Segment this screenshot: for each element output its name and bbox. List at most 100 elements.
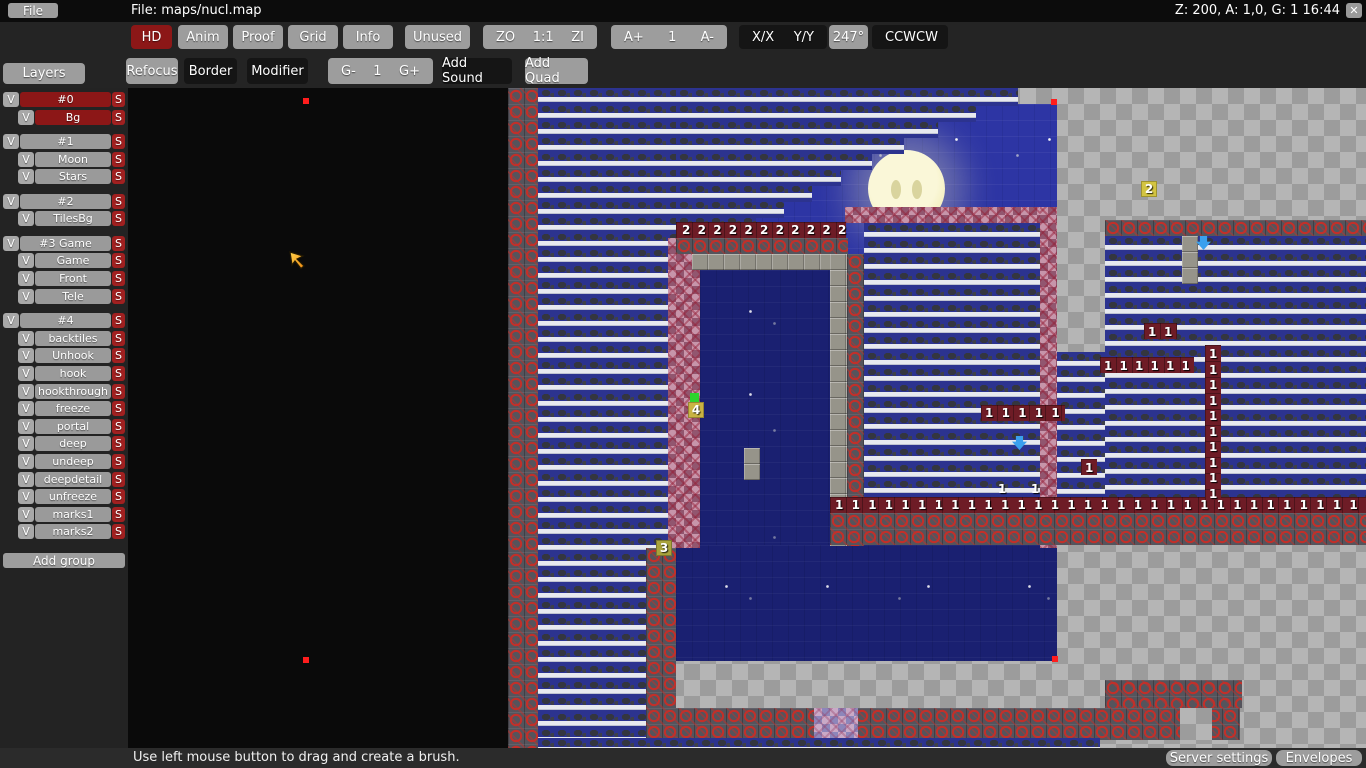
hd-toggle-button[interactable]: HD (131, 25, 172, 49)
visibility-toggle[interactable]: V (18, 454, 34, 469)
modifier-button[interactable]: Modifier (247, 58, 308, 84)
visibility-toggle[interactable]: V (3, 92, 19, 107)
anim-speed-minus-button[interactable]: A- (701, 30, 714, 45)
layer-label-portal[interactable]: portal (35, 419, 111, 434)
flip-y-button[interactable]: Y/Y (794, 30, 814, 45)
layer-label-unhook[interactable]: Unhook (35, 348, 111, 363)
layer-label-marks2[interactable]: marks2 (35, 524, 111, 539)
border-button[interactable]: Border (184, 58, 237, 84)
layer-label-unfreeze[interactable]: unfreeze (35, 489, 111, 504)
visibility-toggle[interactable]: V (18, 366, 34, 381)
settings-toggle[interactable]: S (112, 92, 125, 107)
layer-label-marks1[interactable]: marks1 (35, 507, 111, 522)
visibility-toggle[interactable]: V (3, 236, 19, 251)
settings-toggle[interactable]: S (112, 489, 125, 504)
settings-toggle[interactable]: S (112, 211, 125, 226)
info-toggle-button[interactable]: Info (343, 25, 393, 49)
layer-label-freeze[interactable]: freeze (35, 401, 111, 416)
server-settings-button[interactable]: Server settings (1166, 750, 1272, 766)
visibility-toggle[interactable]: V (18, 331, 34, 346)
layer-label-hookthrough[interactable]: hookthrough (35, 384, 111, 399)
settings-toggle[interactable]: S (112, 110, 125, 125)
quad-point-pin[interactable] (1051, 99, 1057, 105)
settings-toggle[interactable]: S (112, 436, 125, 451)
settings-toggle[interactable]: S (112, 331, 125, 346)
settings-toggle[interactable]: S (112, 236, 125, 251)
visibility-toggle[interactable]: V (18, 472, 34, 487)
visibility-toggle[interactable]: V (18, 436, 34, 451)
layer-label-undeep[interactable]: undeep (35, 454, 111, 469)
visibility-toggle[interactable]: V (18, 489, 34, 504)
visibility-toggle[interactable]: V (18, 253, 34, 268)
unused-toggle-button[interactable]: Unused (405, 25, 470, 49)
settings-toggle[interactable]: S (112, 194, 125, 209)
group-label-#0[interactable]: #0 (20, 92, 111, 107)
rotate-cw-button[interactable]: CW (916, 30, 938, 45)
visibility-toggle[interactable]: V (18, 507, 34, 522)
envelopes-button[interactable]: Envelopes (1276, 750, 1362, 766)
group-label-#2[interactable]: #2 (20, 194, 111, 209)
settings-toggle[interactable]: S (112, 289, 125, 304)
group-label-#1[interactable]: #1 (20, 134, 111, 149)
visibility-toggle[interactable]: V (18, 401, 34, 416)
rotation-value-button[interactable]: 247° (829, 25, 868, 49)
visibility-toggle[interactable]: V (18, 384, 34, 399)
visibility-toggle[interactable]: V (18, 211, 34, 226)
settings-toggle[interactable]: S (112, 454, 125, 469)
settings-toggle[interactable]: S (112, 472, 125, 487)
map-canvas[interactable]: 2222222222211111111111111111111111111111… (128, 88, 1366, 748)
visibility-toggle[interactable]: V (18, 419, 34, 434)
layer-label-game[interactable]: Game (35, 253, 111, 268)
visibility-toggle[interactable]: V (18, 289, 34, 304)
rotate-ccw-button[interactable]: CCW (885, 30, 916, 45)
layer-label-stars[interactable]: Stars (35, 169, 111, 184)
refocus-button[interactable]: Refocus (126, 58, 178, 84)
visibility-toggle[interactable]: V (18, 348, 34, 363)
proof-toggle-button[interactable]: Proof (233, 25, 283, 49)
layer-label-tele[interactable]: Tele (35, 289, 111, 304)
group-label-#4[interactable]: #4 (20, 313, 111, 328)
settings-toggle[interactable]: S (112, 366, 125, 381)
visibility-toggle[interactable]: V (3, 194, 19, 209)
group-label-#3 game[interactable]: #3 Game (20, 236, 111, 251)
settings-toggle[interactable]: S (112, 169, 125, 184)
add-sound-button[interactable]: Add Sound (442, 58, 512, 84)
file-menu-button[interactable]: File (8, 3, 58, 18)
layer-label-tilesbg[interactable]: TilesBg (35, 211, 111, 226)
settings-toggle[interactable]: S (112, 348, 125, 363)
settings-toggle[interactable]: S (112, 507, 125, 522)
layer-label-hook[interactable]: hook (35, 366, 111, 381)
flip-x-button[interactable]: X/X (752, 30, 774, 45)
layer-label-moon[interactable]: Moon (35, 152, 111, 167)
settings-toggle[interactable]: S (112, 524, 125, 539)
visibility-toggle[interactable]: V (18, 152, 34, 167)
zoom-out-button[interactable]: ZO (496, 30, 515, 45)
anim-speed-plus-button[interactable]: A+ (624, 30, 644, 45)
grid-toggle-button[interactable]: Grid (288, 25, 338, 49)
settings-toggle[interactable]: S (112, 271, 125, 286)
visibility-toggle[interactable]: V (18, 169, 34, 184)
visibility-toggle[interactable]: V (3, 313, 19, 328)
settings-toggle[interactable]: S (112, 313, 125, 328)
settings-toggle[interactable]: S (112, 134, 125, 149)
visibility-toggle[interactable]: V (18, 524, 34, 539)
settings-toggle[interactable]: S (112, 384, 125, 399)
grid-minus-button[interactable]: G- (341, 64, 356, 79)
layer-label-front[interactable]: Front (35, 271, 111, 286)
layer-label-deep[interactable]: deep (35, 436, 111, 451)
layer-label-deepdetail[interactable]: deepdetail (35, 472, 111, 487)
grid-plus-button[interactable]: G+ (399, 64, 420, 79)
add-group-button[interactable]: Add group (3, 553, 125, 568)
layer-label-bg[interactable]: Bg (35, 110, 111, 125)
settings-toggle[interactable]: S (112, 152, 125, 167)
close-icon[interactable]: ✕ (1346, 3, 1362, 18)
quad-point-pin[interactable] (303, 98, 309, 104)
visibility-toggle[interactable]: V (3, 134, 19, 149)
add-quad-button[interactable]: Add Quad (525, 58, 588, 84)
zoom-in-button[interactable]: ZI (571, 30, 584, 45)
visibility-toggle[interactable]: V (18, 271, 34, 286)
settings-toggle[interactable]: S (112, 419, 125, 434)
visibility-toggle[interactable]: V (18, 110, 34, 125)
quad-point-pin[interactable] (1052, 656, 1058, 662)
settings-toggle[interactable]: S (112, 253, 125, 268)
